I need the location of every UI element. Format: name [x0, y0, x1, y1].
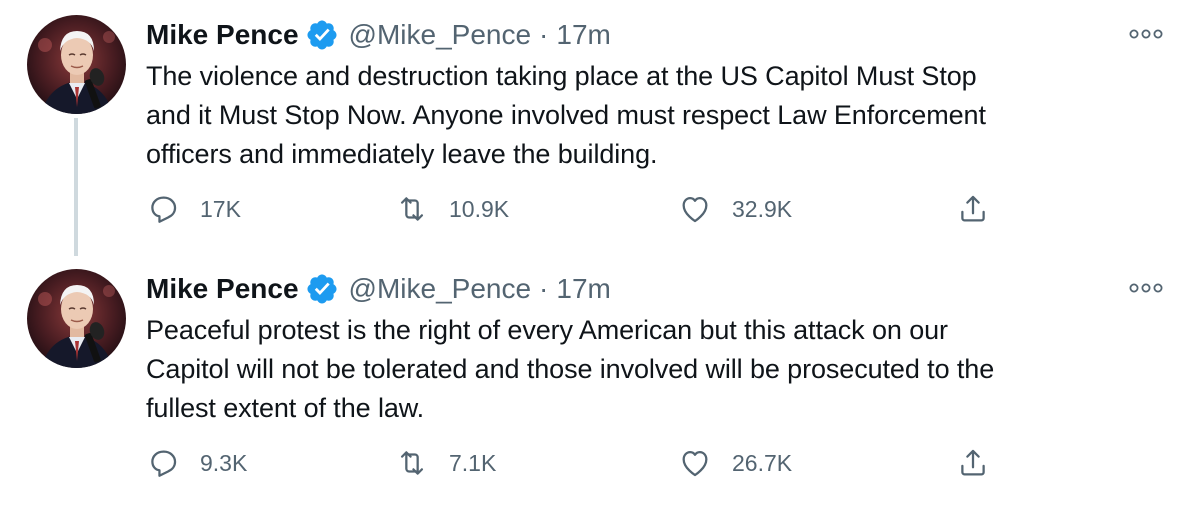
tweet-timestamp[interactable]: 17m: [556, 16, 610, 54]
reply-count: 9.3K: [200, 449, 248, 476]
avatar[interactable]: [27, 15, 126, 114]
author-name[interactable]: Mike Pence: [146, 270, 299, 308]
author-handle[interactable]: @Mike_Pence: [349, 270, 532, 308]
header-separator: ·: [539, 19, 549, 50]
retweet-button[interactable]: 10.9K: [395, 186, 509, 232]
tweet-header: Mike Pence @Mike_Pence · 17m: [146, 16, 611, 54]
tweet-actions: 17K 10.9K 32.9K: [146, 186, 1026, 232]
tweet-text: Peaceful protest is the right of every A…: [146, 315, 995, 423]
author-handle[interactable]: @Mike_Pence: [349, 16, 532, 54]
verified-badge-icon: [305, 272, 339, 306]
like-icon: [682, 450, 708, 477]
like-button[interactable]: 32.9K: [678, 186, 792, 232]
like-icon: [682, 196, 708, 223]
verified-badge-icon: [305, 18, 339, 52]
avatar-image: [27, 15, 126, 114]
avatar[interactable]: [27, 269, 126, 368]
share-icon: [961, 449, 985, 476]
author-name[interactable]: Mike Pence: [146, 16, 299, 54]
reply-icon: [151, 450, 177, 477]
tweet[interactable]: Mike Pence @Mike_Pence · 17m The violenc…: [0, 0, 1198, 256]
share-button[interactable]: [956, 186, 990, 232]
share-icon: [961, 195, 985, 222]
reply-count: 17K: [200, 195, 241, 222]
tweet-text: The violence and destruction taking plac…: [146, 61, 986, 169]
tweet-actions: 9.3K 7.1K 26.7K: [146, 440, 1026, 486]
retweet-count: 7.1K: [449, 449, 497, 476]
header-separator: ·: [539, 273, 549, 304]
retweet-icon: [400, 451, 424, 475]
share-button[interactable]: [956, 440, 990, 486]
more-options-icon[interactable]: [1126, 278, 1166, 298]
reply-icon: [151, 196, 177, 223]
thread-connector-line: [74, 118, 78, 256]
retweet-count: 10.9K: [449, 195, 510, 222]
avatar-image: [27, 269, 126, 368]
retweet-button[interactable]: 7.1K: [395, 440, 496, 486]
reply-button[interactable]: 9.3K: [146, 440, 247, 486]
tweet-header: Mike Pence @Mike_Pence · 17m: [146, 270, 611, 308]
like-count: 26.7K: [732, 449, 793, 476]
more-options-icon[interactable]: [1126, 24, 1166, 44]
tweet-timestamp[interactable]: 17m: [556, 270, 610, 308]
retweet-icon: [400, 197, 424, 221]
like-button[interactable]: 26.7K: [678, 440, 792, 486]
like-count: 32.9K: [732, 195, 793, 222]
tweet[interactable]: Mike Pence @Mike_Pence · 17m Peaceful pr…: [0, 254, 1198, 508]
reply-button[interactable]: 17K: [146, 186, 241, 232]
